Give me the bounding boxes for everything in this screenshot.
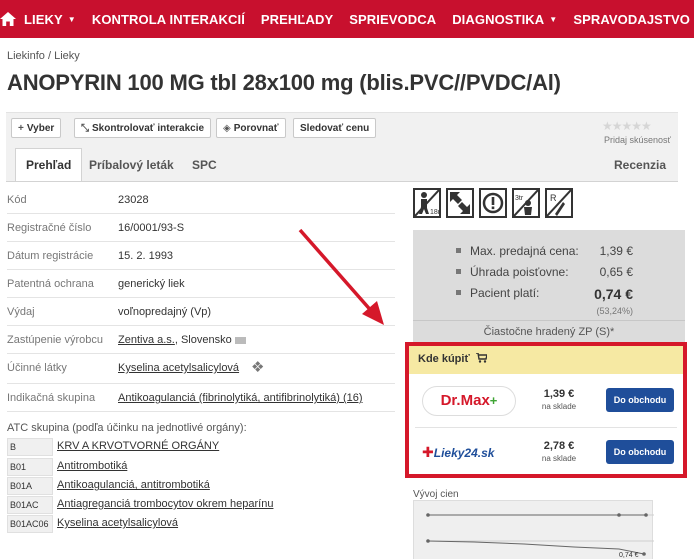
main-nav: LIEKY ▼ KONTROLA INTERAKCIÍ PREHĽADY SPRI… (0, 0, 694, 38)
caret-down-icon: ▼ (67, 14, 76, 24)
shop-row-drmax: Dr.Max+ 1,39 € na sklade Do obchodu (409, 376, 683, 426)
atc-row: B01AC Antiagreganciá trombocytov okrem he… (7, 496, 277, 516)
svg-text:18r: 18r (430, 209, 439, 216)
atc-label: ATC skupina (podľa účinku na jednotlivé … (7, 422, 247, 434)
nav-item-sprievodca[interactable]: SPRIEVODCA (341, 0, 444, 38)
nav-item-kontrola[interactable]: KONTROLA INTERAKCIÍ (84, 0, 253, 38)
home-icon[interactable] (0, 0, 16, 38)
cart-icon (475, 352, 488, 366)
insurance-note: Čiastočne hradený ZP (S)* (413, 320, 685, 342)
price-line-patient (427, 540, 645, 555)
tab-spc[interactable]: SPC (192, 148, 217, 182)
rating-stars[interactable]: ★★★★★ (602, 119, 652, 133)
tab-leaflet[interactable]: Príbalový leták (89, 148, 174, 182)
substance-link[interactable]: Kyselina acetylsalicylová (118, 362, 239, 374)
nav-item-spravodajstvo[interactable]: SPRAVODAJSTVO▼ (565, 0, 694, 38)
go-to-shop-button[interactable]: Do obchodu (606, 440, 674, 464)
page-title: ANOPYRIN 100 MG tbl 28x100 mg (blis.PVC/… (7, 70, 561, 95)
info-row-manufacturer: Zastúpenie výrobcu Zentiva a.s., Slovens… (7, 326, 395, 354)
nav-item-diagnostika[interactable]: DIAGNOSTIKA ▼ (444, 0, 565, 38)
add-review-link[interactable]: Pridaj skúsenosť (604, 135, 671, 145)
price-history-title: Vývoj cien (413, 489, 459, 500)
drmax-logo[interactable]: Dr.Max+ (422, 386, 516, 416)
atc-row: B01AC06 Kyselina acetylsalicylová (7, 515, 277, 535)
tab-overview[interactable]: Prehľad (15, 148, 83, 182)
warning-icon (479, 188, 507, 218)
manufacturer-link[interactable]: Zentiva a.s. (118, 334, 175, 346)
atc-link[interactable]: Antitrombotiká (57, 460, 127, 472)
cross-icon: ✚ (422, 444, 434, 460)
nav-item-lieky[interactable]: LIEKY ▼ (16, 0, 84, 38)
info-row-indication: Indikačná skupina Antikoagulanciá (fibri… (7, 384, 395, 412)
svg-text:3tr: 3tr (515, 195, 524, 202)
patient-percent: (53,24%) (596, 306, 633, 316)
atc-row: B01 Antitrombotiká (7, 458, 277, 478)
prescription-icon: R (545, 188, 573, 218)
atc-row: B01A Antikoagulanciá, antitrombotiká (7, 477, 277, 497)
shop-row-lieky24: ✚Lieky24.sk 2,78 € na sklade Do obchodu (409, 428, 683, 478)
atc-link[interactable]: Kyselina acetylsalicylová (57, 517, 178, 529)
interaction-arrows-icon (446, 188, 474, 218)
flag-icon (234, 336, 246, 344)
info-row-substance: Účinné látky Kyselina acetylsalicylová ❖ (7, 354, 395, 384)
tabs: Prehľad Príbalový leták SPC Recenzia (6, 146, 678, 182)
lieky24-logo[interactable]: ✚Lieky24.sk (422, 438, 522, 468)
plus-icon: + (18, 122, 24, 134)
red-arrow-annotation (298, 228, 384, 325)
tabs-divider (6, 181, 678, 182)
svg-text:R: R (550, 193, 557, 203)
last-value-label: 0,74 € (619, 552, 639, 559)
atc-link[interactable]: Antiagreganciá trombocytov okrem heparín… (57, 498, 273, 510)
nav-item-prehlady[interactable]: PREHĽADY (253, 0, 341, 38)
where-to-buy-header: Kde kúpiť (409, 346, 683, 374)
atc-row: B KRV A KRVOTVORNÉ ORGÁNY (7, 438, 277, 458)
breadcrumb[interactable]: Liekinfo / Lieky (7, 50, 80, 62)
price-box: Max. predajná cena: 1,39 € Úhrada poisťov… (413, 230, 685, 342)
atc-link[interactable]: KRV A KRVOTVORNÉ ORGÁNY (57, 440, 219, 452)
where-to-buy-box: Kde kúpiť Dr.Max+ 1,39 € na sklade Do ob… (405, 342, 687, 478)
info-row-code: Kód 23028 (7, 186, 395, 214)
tab-reviews[interactable]: Recenzia (614, 148, 666, 182)
age-restriction-icon: 18r (413, 188, 441, 218)
select-button[interactable]: + Vyber (11, 118, 62, 138)
arrows-icon: ⤡ (81, 122, 89, 134)
price-history-plot: 0,74 € (426, 513, 654, 559)
pills-icon: ❖ (251, 359, 265, 376)
track-price-button[interactable]: Sledovať cenu (293, 118, 377, 138)
trimester-icon: 3tr (512, 188, 540, 218)
go-to-shop-button[interactable]: Do obchodu (606, 388, 674, 412)
atc-link[interactable]: Antikoagulanciá, antitrombotiká (57, 479, 210, 491)
caret-down-icon: ▼ (549, 14, 558, 24)
indication-link[interactable]: Antikoagulanciá (fibrinolytiká, antifibr… (118, 392, 363, 404)
price-history-chart: 0,74 € (413, 500, 654, 559)
plus-icon: + (489, 393, 498, 408)
compare-button[interactable]: ◈ Porovnať (216, 118, 286, 138)
layers-icon: ◈ (223, 122, 231, 134)
check-interactions-button[interactable]: ⤡ Skontrolovať interakcie (74, 118, 212, 138)
